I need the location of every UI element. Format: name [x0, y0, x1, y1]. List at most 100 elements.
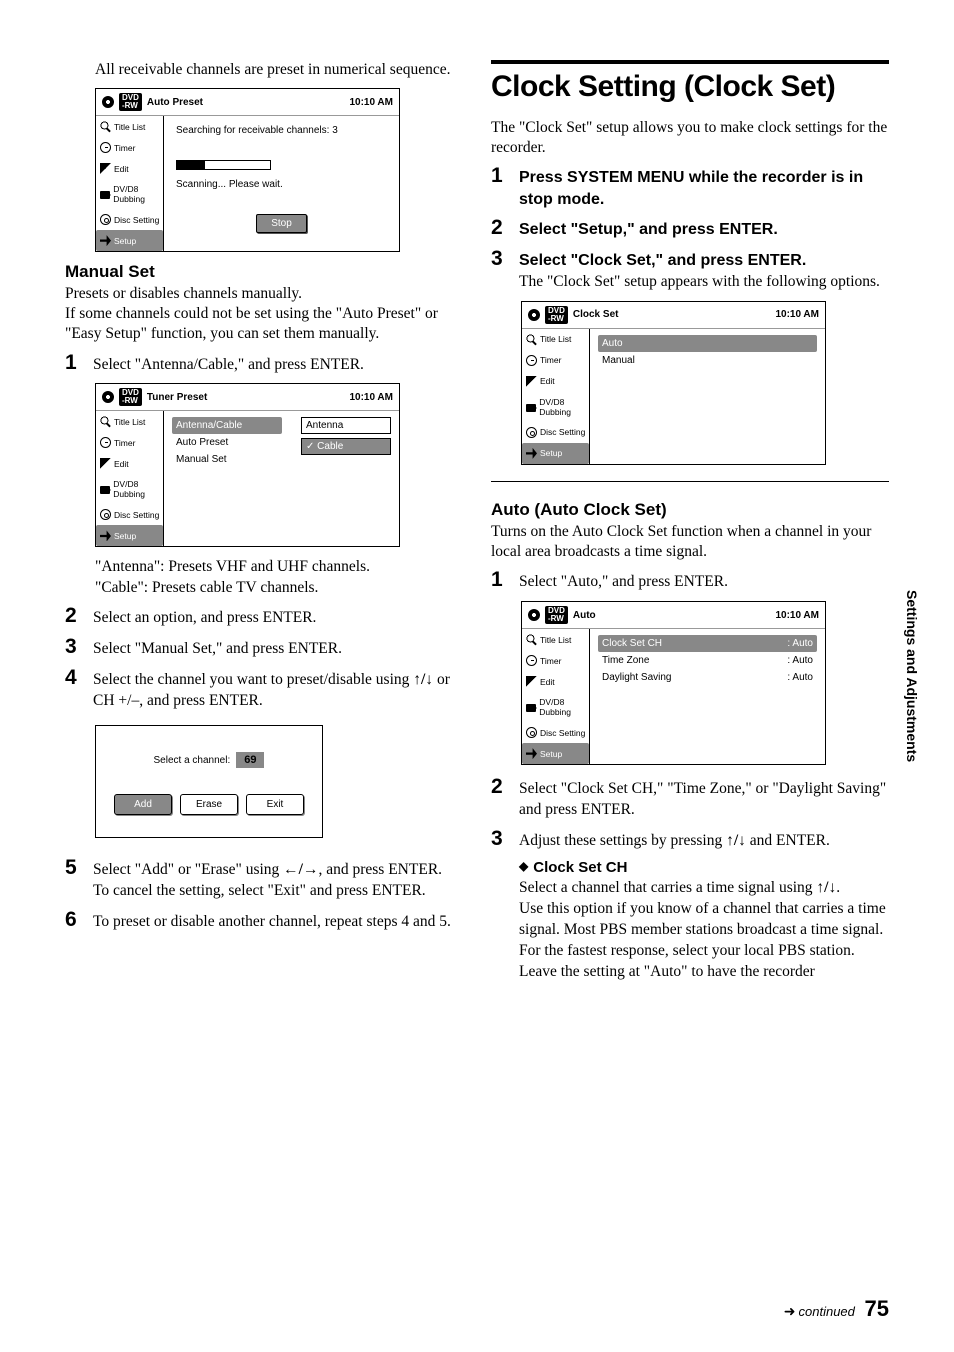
clock-set-intro: The "Clock Set" setup allows you to make… — [491, 118, 889, 158]
step-text: Select "Auto," and press ENTER. — [519, 572, 889, 593]
sidebar-item-label: Disc Setting — [114, 215, 159, 225]
pencil-icon — [526, 676, 537, 687]
ui-title: Auto Preset — [147, 97, 203, 108]
searching-text: Searching for receivable channels: 3 — [172, 122, 391, 139]
disc-icon — [528, 309, 540, 321]
sidebar-item-label: Disc Setting — [540, 427, 585, 437]
step-number: 3 — [491, 247, 509, 271]
sidebar-item-label: Disc Setting — [540, 728, 585, 738]
progress-bar — [176, 160, 271, 170]
ui-clock: 10:10 AM — [775, 309, 819, 320]
sidebar-item-label: Setup — [540, 749, 562, 759]
sidebar-item-label: Setup — [540, 448, 562, 458]
menu-row: Antenna/Cable — [172, 417, 282, 434]
intro-text: All receivable channels are preset in nu… — [95, 60, 463, 80]
ui-sidebar: Title List Timer Edit DV/D8 Dubbing Disc… — [96, 116, 164, 251]
sidebar-item-label: Setup — [114, 531, 136, 541]
step-number: 3 — [65, 635, 83, 659]
menu-row: Time Zone: Auto — [598, 652, 817, 669]
magnify-icon — [526, 634, 537, 645]
sidebar-item-label: Timer — [540, 656, 561, 666]
cable-option: Cable — [301, 438, 391, 455]
section-tab: Settings and Adjustments — [904, 590, 920, 762]
step-text: Select an option, and press ENTER. — [93, 608, 463, 629]
step-number: 4 — [65, 666, 83, 690]
pencil-icon — [100, 163, 111, 174]
ui-sidebar: Title List Timer Edit DV/D8 Dubbing Disc… — [96, 411, 164, 546]
left-right-icon: ←/→ — [283, 861, 318, 878]
auto-screenshot: DVD-RWAuto 10:10 AM Title List Timer Edi… — [521, 601, 826, 765]
sidebar-item-label: Title List — [540, 334, 571, 344]
divider — [491, 481, 889, 482]
step-text: Select "Setup," and press ENTER. — [519, 219, 889, 241]
clock-icon — [100, 142, 111, 153]
sidebar-item-label: Timer — [114, 438, 135, 448]
sidebar-item-label: Setup — [114, 236, 136, 246]
page-title: Clock Setting (Clock Set) — [491, 60, 889, 104]
sidebar-item-label: DV/D8 Dubbing — [113, 479, 160, 499]
magnify-icon — [100, 416, 111, 427]
up-down-icon: ↑/↓ — [726, 832, 746, 849]
menu-row: Auto — [598, 335, 817, 352]
footer: continued 75 — [784, 1296, 889, 1322]
menu-row: Manual — [598, 352, 817, 369]
step-number: 2 — [491, 775, 509, 799]
dvd-rw-badge: DVD-RW — [545, 306, 568, 324]
ui-title: Clock Set — [573, 309, 619, 320]
exit-button: Exit — [246, 794, 304, 815]
disc-setting-icon — [526, 727, 537, 738]
scanning-text: Scanning... Please wait. — [172, 176, 391, 193]
disc-setting-icon — [100, 214, 111, 225]
select-channel-label: Select a channel: — [154, 755, 231, 766]
menu-row: Clock Set CH: Auto — [598, 635, 817, 652]
toolbox-icon — [100, 530, 111, 541]
sidebar-item-label: Timer — [540, 355, 561, 365]
step-number: 3 — [491, 827, 509, 851]
step-text: Select "Clock Set," and press ENTER. The… — [519, 250, 889, 293]
sidebar-item-label: Edit — [114, 459, 129, 469]
step-number: 6 — [65, 908, 83, 932]
step-number: 1 — [65, 351, 83, 375]
note-antenna: "Antenna": Presets VHF and UHF channels. — [95, 557, 463, 577]
step-text: Select "Manual Set," and press ENTER. — [93, 639, 463, 660]
clock-icon — [526, 355, 537, 366]
step-text: Select "Clock Set CH," "Time Zone," or "… — [519, 779, 889, 821]
sidebar-item-label: Edit — [540, 677, 555, 687]
pencil-icon — [526, 376, 537, 387]
note-cable: "Cable": Presets cable TV channels. — [95, 578, 463, 598]
auto-preset-screenshot: DVD-RWAuto Preset 10:10 AM Title List Ti… — [95, 88, 400, 252]
clock-icon — [526, 655, 537, 666]
step-text: To preset or disable another channel, re… — [93, 912, 463, 933]
disc-icon — [102, 96, 114, 108]
ui-title: Tuner Preset — [147, 392, 207, 403]
step-number: 1 — [491, 164, 509, 188]
channel-number: 69 — [236, 752, 264, 768]
step-text: Select the channel you want to preset/di… — [93, 670, 463, 712]
sidebar-item-label: DV/D8 Dubbing — [539, 697, 586, 717]
magnify-icon — [526, 334, 537, 345]
menu-row: Daylight Saving: Auto — [598, 669, 817, 686]
step-text: Press SYSTEM MENU while the recorder is … — [519, 167, 889, 210]
auto-clock-heading: Auto (Auto Clock Set) — [491, 500, 889, 520]
dvd-rw-badge: DVD-RW — [119, 388, 142, 406]
manual-set-p2: If some channels could not be set using … — [65, 304, 463, 344]
step-number: 1 — [491, 568, 509, 592]
sidebar-item-label: Edit — [114, 164, 129, 174]
erase-button: Erase — [180, 794, 238, 815]
ui-title: Auto — [573, 610, 596, 621]
sidebar-item-label: Title List — [540, 635, 571, 645]
auto-clock-intro: Turns on the Auto Clock Set function whe… — [491, 522, 889, 562]
up-down-icon: ↑/↓ — [816, 879, 836, 896]
camera-icon — [526, 404, 536, 412]
select-channel-dialog: Select a channel:69 Add Erase Exit — [95, 725, 323, 838]
disc-icon — [528, 609, 540, 621]
step-text: Select "Add" or "Erase" using ←/→, and p… — [93, 860, 463, 902]
page-number: 75 — [865, 1296, 889, 1321]
disc-setting-icon — [100, 509, 111, 520]
sidebar-item-label: Title List — [114, 122, 145, 132]
up-down-icon: ↑/↓ — [413, 671, 433, 688]
ui-sidebar: Title List Timer Edit DV/D8 Dubbing Disc… — [522, 629, 590, 764]
stop-button: Stop — [256, 214, 307, 233]
magnify-icon — [100, 121, 111, 132]
clock-set-ch-heading: Clock Set CH — [519, 858, 889, 878]
